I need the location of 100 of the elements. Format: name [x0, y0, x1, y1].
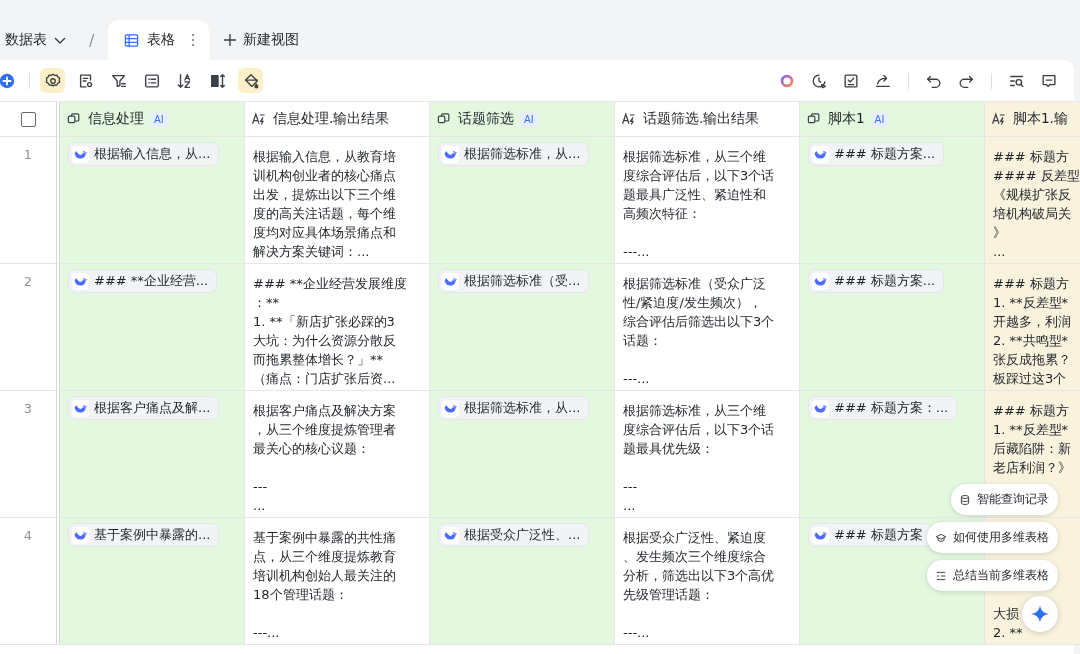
- ai-badge: AI: [520, 111, 538, 127]
- cell-text-line: 培训机构创始人最关注的: [253, 567, 396, 585]
- row-number: 2: [23, 274, 33, 289]
- column-title: 信息处理.输出结果: [273, 110, 390, 128]
- table-switcher[interactable]: 数据表: [0, 31, 75, 49]
- ai-badge: AI: [150, 111, 168, 127]
- cell-text-line: ，从三个维度提炼管理者: [253, 421, 396, 439]
- whale-icon: [812, 272, 829, 290]
- list-icon[interactable]: [142, 71, 161, 90]
- whale-icon: [72, 526, 89, 544]
- cell-text-line: 》: [993, 224, 1006, 242]
- cell-text-line: ### **企业经营发展维度: [253, 275, 407, 293]
- cell-text-line: 2. **: [993, 624, 1023, 642]
- cell-text-line: 根据受众广泛性、紧迫度: [623, 529, 766, 547]
- breadcrumb-separator: /: [89, 30, 95, 50]
- cell-text-line: 分析，筛选出以下3个高优: [623, 567, 775, 585]
- whale-icon: [812, 399, 829, 417]
- row-number: 3: [23, 401, 33, 416]
- cell-text-line: 题最具广泛性、紧迫性和: [623, 186, 766, 204]
- column-header[interactable]: 脚本1 AI: [800, 101, 985, 137]
- column-header[interactable]: 话题筛选.输出结果: [615, 101, 800, 137]
- cell-text-line: 1. **反差型*: [993, 421, 1069, 439]
- ai-result-chip[interactable]: ### 标题方案...: [808, 269, 945, 293]
- cell-text-line: ### 标题方: [993, 275, 1069, 293]
- ai-result-chip[interactable]: 根据筛选标准（受...: [438, 269, 590, 293]
- new-view-button[interactable]: 新建视图: [223, 31, 300, 49]
- row-height-icon[interactable]: [208, 71, 227, 90]
- cell-text-line: 题最具优先级：: [623, 440, 714, 458]
- cell-text-line: 、发生频次三个维度综合: [623, 548, 766, 566]
- suggestion-button[interactable]: 如何使用多维表格: [927, 522, 1058, 553]
- cell-text-line: 出发，提炼出以下三个维: [253, 186, 396, 204]
- checklist-icon[interactable]: [842, 71, 860, 90]
- column-title: 话题筛选: [458, 110, 514, 128]
- whale-icon: [442, 526, 459, 544]
- cell-text-line: 度综合评估后，以下3个话: [623, 421, 775, 439]
- cell-text-line: ：**: [253, 294, 279, 312]
- grid-icon: [124, 32, 140, 48]
- add-icon[interactable]: [0, 71, 16, 90]
- cell-text-line: 先级管理话题：: [623, 586, 714, 604]
- cell-text-line: 综合评估后筛选出以下3个: [623, 313, 775, 331]
- text-lightning-icon: [251, 111, 267, 127]
- plus-icon: [223, 33, 238, 47]
- column-title: 话题筛选.输出结果: [643, 110, 760, 128]
- cell-text-line: 解决方案关键词：...: [253, 243, 370, 261]
- cell-text-line: 1. **「新店扩张必踩的3: [253, 313, 395, 331]
- cell-text-line: 而拖累整体增长？」**: [253, 351, 383, 369]
- more-icon[interactable]: [191, 33, 196, 47]
- column-header[interactable]: 脚本1.输: [985, 101, 1080, 137]
- ai-result-chip[interactable]: ### 标题方案: [808, 523, 932, 547]
- cell-text-line: ---...: [623, 624, 650, 642]
- suggestion-button[interactable]: 智能查询记录: [951, 484, 1058, 515]
- cell-text-line: 培机构破局关: [993, 205, 1071, 223]
- ai-badge: AI: [870, 111, 889, 127]
- ai-result-chip[interactable]: 根据输入信息，从...: [68, 142, 220, 166]
- cell-text-line: 点，从三个维度提炼教育: [253, 548, 396, 566]
- cell-text-line: 根据筛选标准，从三个维: [623, 148, 766, 166]
- cell-text-line: 基于案例中暴露的共性痛: [253, 529, 396, 547]
- cell-text-line: 老店利润？》: [993, 459, 1071, 477]
- whale-icon: [812, 526, 829, 544]
- ai-result-chip[interactable]: 根据客户痛点及解...: [68, 396, 220, 420]
- select-all-checkbox[interactable]: [20, 111, 36, 127]
- ai-result-chip[interactable]: 根据筛选标准，从...: [438, 396, 590, 420]
- cell-text-line: 性/紧迫度/发生频次），: [623, 294, 762, 312]
- ai-result-chip[interactable]: ### **企业经营...: [68, 269, 218, 293]
- cell-text-line: 度均对应具体场景痛点和: [253, 224, 396, 242]
- cell-text-line: 最关心的核心议题：: [253, 440, 370, 458]
- cell-text-line: ---...: [623, 243, 650, 261]
- cell-text-line: #### 反差型: [993, 167, 1080, 185]
- cell-text-line: 开越多，利润: [993, 313, 1071, 331]
- suggestion-button[interactable]: 总结当前多维表格: [927, 560, 1058, 591]
- cell-text-line: ### 标题方: [993, 402, 1069, 420]
- row-number: 1: [23, 147, 33, 162]
- whale-icon: [72, 399, 89, 417]
- whale-icon: [442, 145, 459, 163]
- summary-list-icon: [935, 569, 947, 582]
- ai-result-chip[interactable]: 根据受众广泛性、...: [438, 523, 590, 547]
- whale-icon: [72, 145, 89, 163]
- ai-result-chip[interactable]: ### 标题方案...: [808, 142, 945, 166]
- cell-text-line: 2. **共鸣型*: [993, 332, 1069, 350]
- cell-text-line: （痛点：门店扩张后资...: [253, 370, 396, 388]
- cell-text-line: ...: [253, 497, 266, 515]
- cell-text-line: 根据筛选标准（受众广泛: [623, 275, 766, 293]
- cell-text-line: 后藏陷阱：新: [993, 440, 1071, 458]
- ai-result-chip[interactable]: ### 标题方案：...: [808, 396, 958, 420]
- ai-result-chip[interactable]: 基于案例中暴露的...: [68, 523, 220, 547]
- cell-text-line: ...: [993, 243, 1006, 261]
- cell-text-line: 根据输入信息，从教育培: [253, 148, 396, 166]
- whale-icon: [812, 145, 829, 163]
- graduation-cap-icon: [935, 531, 947, 544]
- ai-result-chip[interactable]: 根据筛选标准，从...: [438, 142, 590, 166]
- view-tab[interactable]: 表格: [108, 20, 210, 60]
- cell-text-line: 《规模扩张反: [993, 186, 1071, 204]
- database-icon: [959, 493, 971, 506]
- cell-text-line: 1. **反差型*: [993, 294, 1069, 312]
- column-header[interactable]: 信息处理 AI: [60, 101, 245, 137]
- whale-icon: [72, 272, 89, 290]
- column-header[interactable]: 信息处理.输出结果: [245, 101, 430, 137]
- cell-text-line: ---: [253, 478, 268, 496]
- column-header[interactable]: 话题筛选 AI: [430, 101, 615, 137]
- sparkle-icon: [1030, 604, 1050, 624]
